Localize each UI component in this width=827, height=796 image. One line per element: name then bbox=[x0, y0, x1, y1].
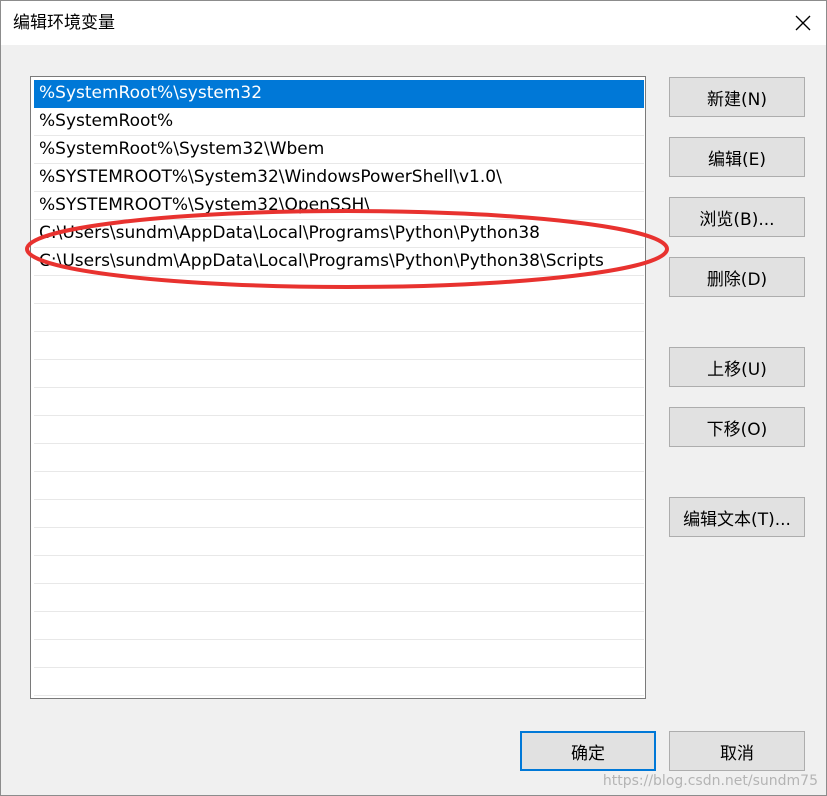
list-item[interactable]: %SystemRoot% bbox=[34, 108, 644, 136]
edit-env-variable-dialog: 编辑环境变量 %SystemRoot%\system32 %SystemRoot%… bbox=[0, 0, 827, 796]
list-item-empty[interactable] bbox=[34, 500, 644, 528]
title-bar: 编辑环境变量 bbox=[1, 1, 826, 45]
list-item-empty[interactable] bbox=[34, 584, 644, 612]
list-item-empty[interactable] bbox=[34, 444, 644, 472]
list-item-empty[interactable] bbox=[34, 668, 644, 696]
list-item[interactable]: C:\Users\sundm\AppData\Local\Programs\Py… bbox=[34, 220, 644, 248]
edit-text-button[interactable]: 编辑文本(T)... bbox=[669, 497, 805, 537]
new-button[interactable]: 新建(N) bbox=[669, 77, 805, 117]
list-item[interactable]: %SYSTEMROOT%\System32\WindowsPowerShell\… bbox=[34, 164, 644, 192]
list-item-empty[interactable] bbox=[34, 416, 644, 444]
delete-button[interactable]: 删除(D) bbox=[669, 257, 805, 297]
edit-button[interactable]: 编辑(E) bbox=[669, 137, 805, 177]
list-item-empty[interactable] bbox=[34, 472, 644, 500]
list-item-empty[interactable] bbox=[34, 640, 644, 668]
move-down-button[interactable]: 下移(O) bbox=[669, 407, 805, 447]
list-item-empty[interactable] bbox=[34, 528, 644, 556]
list-item[interactable]: C:\Users\sundm\AppData\Local\Programs\Py… bbox=[34, 248, 644, 276]
path-list[interactable]: %SystemRoot%\system32 %SystemRoot% %System… bbox=[30, 76, 646, 699]
move-up-button[interactable]: 上移(U) bbox=[669, 347, 805, 387]
ok-button[interactable]: 确定 bbox=[520, 731, 656, 771]
list-item-empty[interactable] bbox=[34, 332, 644, 360]
list-item[interactable]: %SystemRoot%\System32\Wbem bbox=[34, 136, 644, 164]
cancel-button[interactable]: 取消 bbox=[669, 731, 805, 771]
list-item-empty[interactable] bbox=[34, 556, 644, 584]
list-item-empty[interactable] bbox=[34, 360, 644, 388]
list-item-empty[interactable] bbox=[34, 388, 644, 416]
close-button[interactable] bbox=[780, 1, 826, 45]
list-item[interactable]: %SYSTEMROOT%\System32\OpenSSH\ bbox=[34, 192, 644, 220]
dialog-title: 编辑环境变量 bbox=[13, 13, 115, 33]
list-item-empty[interactable] bbox=[34, 304, 644, 332]
close-icon bbox=[795, 15, 811, 31]
watermark: https://blog.csdn.net/sundm75 bbox=[602, 773, 818, 789]
list-item-empty[interactable] bbox=[34, 612, 644, 640]
list-item-empty[interactable] bbox=[34, 276, 644, 304]
browse-button[interactable]: 浏览(B)... bbox=[669, 197, 805, 237]
list-item[interactable]: %SystemRoot%\system32 bbox=[34, 80, 644, 108]
